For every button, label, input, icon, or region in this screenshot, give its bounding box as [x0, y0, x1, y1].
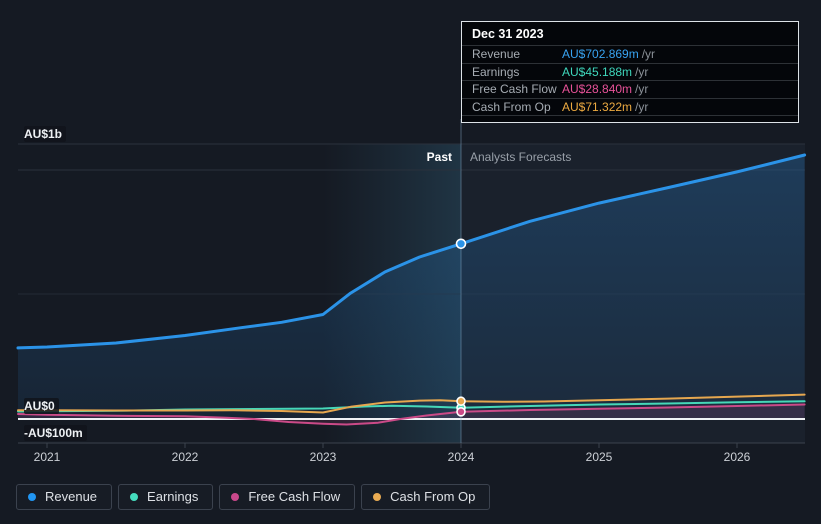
data-tooltip: Dec 31 2023 Revenue AU$702.869m /yr Earn…: [461, 21, 799, 123]
x-axis-label: 2021: [33, 450, 61, 464]
free-cash-flow-dot-icon: [231, 493, 240, 501]
legend-item-label: Earnings: [147, 489, 199, 504]
x-axis-label: 2026: [723, 450, 751, 464]
tooltip-date: Dec 31 2023: [462, 22, 798, 46]
tooltip-value: AU$702.869m: [562, 47, 639, 62]
tooltip-label: Earnings: [472, 64, 520, 79]
tooltip-row-cash-from-op: Cash From Op AU$71.322m /yr: [462, 99, 798, 116]
tooltip-unit: /yr: [635, 99, 649, 114]
y-axis-label-0: AU$0: [24, 398, 59, 414]
revenue-dot-icon: [28, 493, 36, 501]
tooltip-value: AU$71.322m: [562, 99, 633, 114]
analysts-forecasts-label: Analysts Forecasts: [470, 150, 572, 164]
legend-item-cash-from-op[interactable]: Cash From Op: [361, 484, 491, 510]
tooltip-label: Free Cash Flow: [472, 82, 557, 97]
tooltip-row-free-cash-flow: Free Cash Flow AU$28.840m /yr: [462, 81, 798, 99]
tooltip-unit: /yr: [641, 47, 656, 62]
legend-item-label: Revenue: [45, 489, 98, 504]
financial-forecast-chart: AU$1b AU$0 -AU$100m Past Analysts Foreca…: [0, 0, 821, 524]
legend-item-revenue[interactable]: Revenue: [16, 484, 113, 510]
x-axis-label: 2024: [447, 450, 475, 464]
tooltip-value: AU$28.840m: [562, 82, 633, 97]
y-axis-label-neg100m: -AU$100m: [24, 425, 87, 441]
cash-from-op-dot-icon: [373, 493, 382, 501]
tooltip-unit: /yr: [635, 64, 649, 79]
tooltip-value: AU$45.188m: [562, 64, 633, 79]
x-axis-label: 2022: [171, 450, 199, 464]
legend-item-earnings[interactable]: Earnings: [118, 484, 214, 510]
x-axis-label: 2023: [309, 450, 337, 464]
tooltip-label: Cash From Op: [472, 99, 551, 114]
x-axis-label: 2025: [585, 450, 613, 464]
tooltip-unit: /yr: [635, 82, 649, 97]
tooltip-row-revenue: Revenue AU$702.869m /yr: [462, 46, 798, 64]
tooltip-row-earnings: Earnings AU$45.188m /yr: [462, 64, 798, 81]
y-axis-label-1b: AU$1b: [24, 126, 67, 142]
legend-item-label: Cash From Op: [390, 489, 476, 504]
tooltip-label: Revenue: [472, 47, 521, 62]
earnings-dot-icon: [130, 493, 139, 501]
past-label: Past: [426, 150, 452, 164]
legend-item-label: Free Cash Flow: [248, 489, 341, 504]
legend-item-free-cash-flow[interactable]: Free Cash Flow: [219, 484, 356, 510]
chart-legend: Revenue Earnings Free Cash Flow Cash Fro…: [16, 484, 491, 510]
